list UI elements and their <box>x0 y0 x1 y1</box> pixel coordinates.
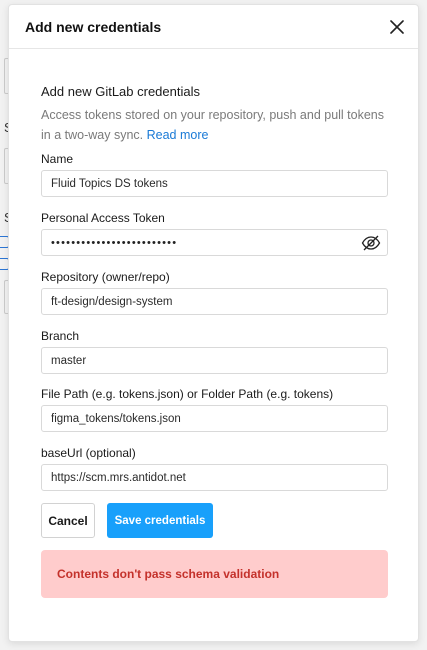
baseurl-value: https://scm.mrs.antidot.net <box>51 471 186 484</box>
read-more-link[interactable]: Read more <box>147 128 209 142</box>
path-field[interactable]: figma_tokens/tokens.json <box>41 405 388 432</box>
baseurl-field[interactable]: https://scm.mrs.antidot.net <box>41 464 388 491</box>
branch-label: Branch <box>41 329 80 343</box>
baseurl-label: baseUrl (optional) <box>41 446 136 460</box>
repo-label: Repository (owner/repo) <box>41 270 170 284</box>
section-title: Add new GitLab credentials <box>41 84 200 99</box>
token-value: ••••••••••••••••••••••••• <box>51 236 178 249</box>
token-field[interactable]: ••••••••••••••••••••••••• <box>41 229 388 256</box>
description-text: Access tokens stored on your repository,… <box>41 108 385 142</box>
token-label: Personal Access Token <box>41 211 165 225</box>
description: Access tokens stored on your repository,… <box>41 105 391 145</box>
name-value: Fluid Topics DS tokens <box>51 177 168 190</box>
repo-value: ft-design/design-system <box>51 295 173 308</box>
path-label: File Path (e.g. tokens.json) or Folder P… <box>41 387 334 401</box>
modal-title: Add new credentials <box>25 18 162 35</box>
repo-field[interactable]: ft-design/design-system <box>41 288 388 315</box>
branch-field[interactable]: master <box>41 347 388 374</box>
error-message: Contents don't pass schema validation <box>57 567 280 581</box>
branch-value: master <box>51 354 87 367</box>
close-icon <box>390 19 404 34</box>
modal-header: Add new credentials <box>9 5 418 49</box>
name-label: Name <box>41 152 74 166</box>
eye-off-icon[interactable] <box>361 234 381 252</box>
name-field[interactable]: Fluid Topics DS tokens <box>41 170 388 197</box>
error-banner: Contents don't pass schema validation <box>41 550 388 598</box>
close-button[interactable] <box>386 16 408 38</box>
cancel-button[interactable]: Cancel <box>41 503 95 538</box>
path-value: figma_tokens/tokens.json <box>51 412 181 425</box>
save-credentials-button[interactable]: Save credentials <box>107 503 213 538</box>
credentials-modal: Add new credentials Add new GitLab crede… <box>8 4 419 642</box>
